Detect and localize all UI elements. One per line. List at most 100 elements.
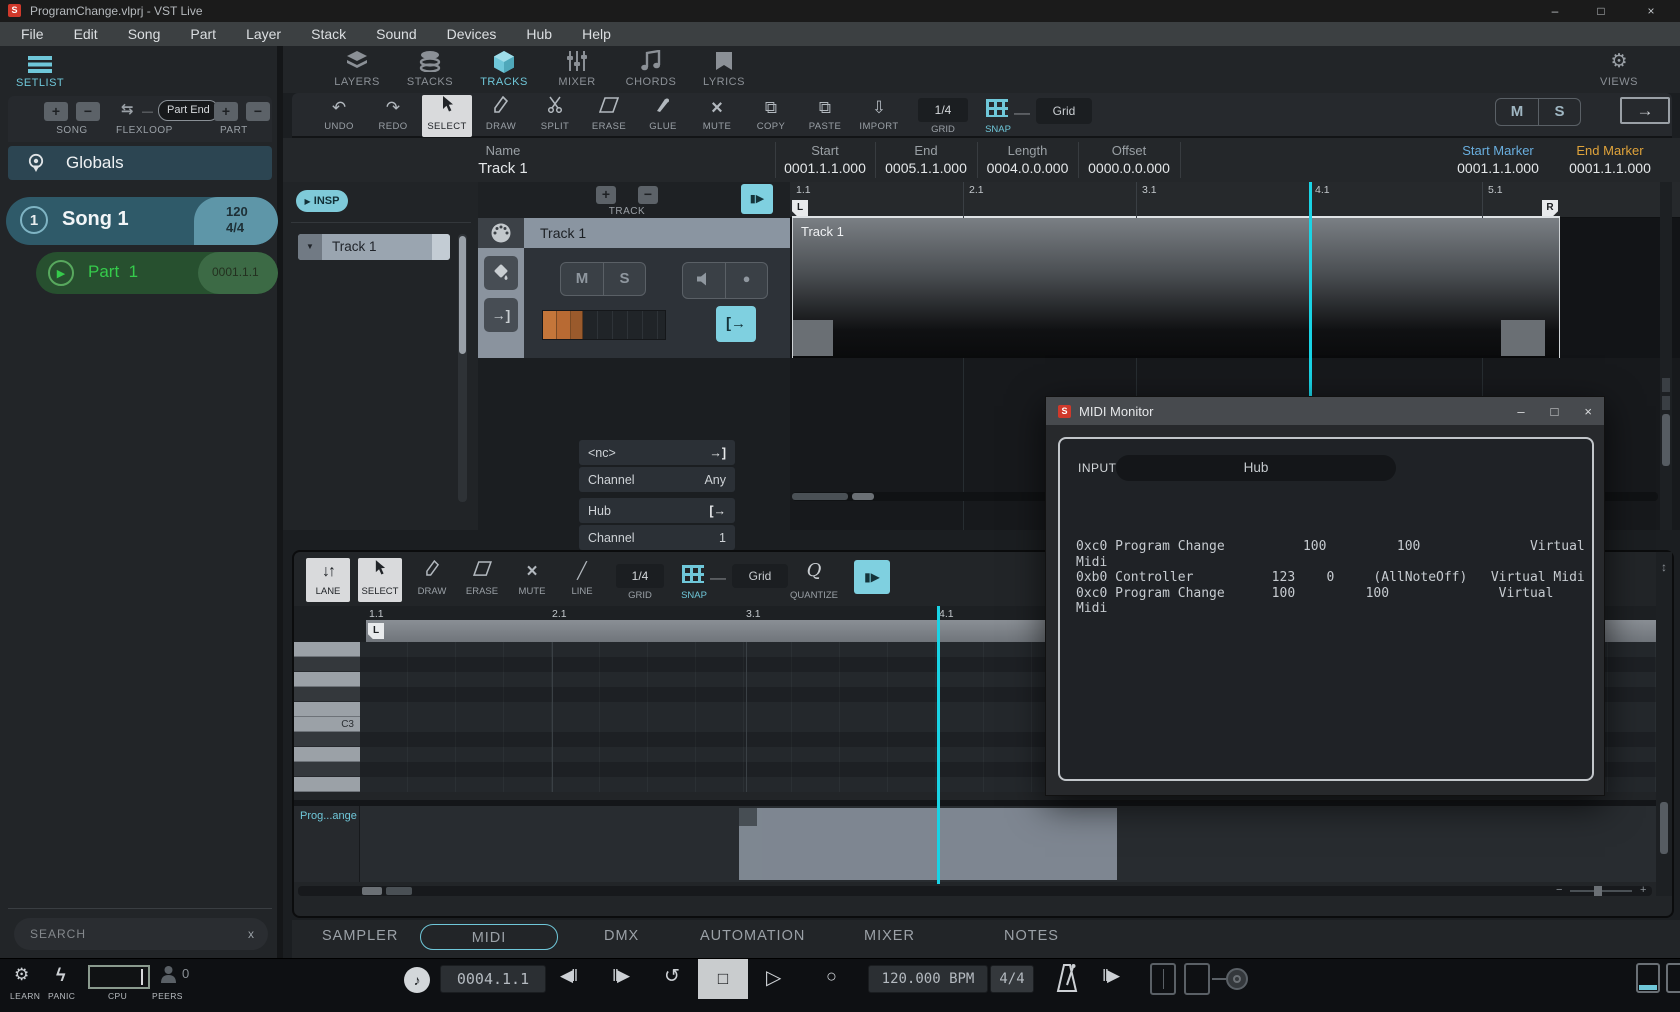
end-marker-value[interactable]: 0001.1.1.000 (1555, 160, 1665, 176)
erase-tool-button[interactable]: ERASE (584, 95, 634, 137)
midi-monitor-window[interactable]: S MIDI Monitor – □ × INPUT Hub 0xc0 Prog… (1045, 396, 1605, 796)
record-arm-button[interactable]: ● (725, 263, 767, 298)
right-zone-toggle[interactable] (1666, 963, 1680, 993)
inspector-track-select[interactable]: ▼ Track 1 (298, 234, 450, 260)
add-part-button[interactable]: + (214, 102, 238, 121)
tab-chords[interactable]: CHORDS (615, 50, 687, 88)
timeline-ruler[interactable]: 1.1 2.1 3.1 4.1 5.1 L R (790, 182, 1680, 218)
part-event[interactable]: Track 1 (792, 218, 1560, 358)
tab-stacks[interactable]: STACKS (394, 50, 466, 88)
record-button[interactable]: ○ (826, 966, 837, 987)
editor-erase-tool-button[interactable]: ERASE (460, 558, 504, 602)
editor-grid-value-display[interactable]: 1/4 (616, 564, 664, 588)
add-track-button[interactable]: + (596, 186, 616, 204)
flexloop-icon[interactable]: ⇆ (121, 100, 134, 118)
window-minimize-button[interactable]: – (1540, 0, 1570, 22)
editor-autoscroll-button[interactable]: ▮▶ (854, 560, 890, 594)
timesig-display[interactable]: 4/4 (990, 965, 1034, 993)
import-button[interactable]: ⇩IMPORT (854, 95, 904, 137)
end-value[interactable]: 0005.1.1.000 (875, 160, 977, 176)
inspector-row-output[interactable]: Hub [→ (579, 498, 735, 523)
split-tool-button[interactable]: SPLIT (530, 95, 580, 137)
offset-value[interactable]: 0000.0.0.000 (1078, 160, 1180, 176)
track-color-button[interactable] (484, 256, 518, 290)
inspector-vertical-scrollbar[interactable] (458, 234, 467, 502)
search-input[interactable] (28, 926, 248, 942)
follow-playhead-button[interactable]: ‖▶ (1102, 966, 1118, 986)
inspector-toggle-button[interactable]: ▶ INSP (296, 190, 348, 212)
controller-lane-label[interactable]: Prog...ange (294, 806, 359, 822)
lower-zone-toggle[interactable] (1636, 963, 1660, 993)
sidebar-item-globals[interactable]: Globals (8, 146, 272, 180)
menu-part[interactable]: Part (177, 22, 229, 46)
editor-select-tool-button[interactable]: SELECT (358, 558, 402, 602)
start-marker-value[interactable]: 0001.1.1.000 (1443, 160, 1553, 176)
inspector-row-input-channel[interactable]: Channel Any (579, 467, 735, 492)
remove-song-button[interactable]: − (76, 102, 100, 121)
window-close-button[interactable]: × (1636, 0, 1666, 22)
key-c3[interactable]: C3 (294, 717, 360, 732)
stop-button[interactable]: □ (698, 959, 748, 999)
track-solo-button[interactable]: S (603, 263, 645, 295)
track-strip-name[interactable]: Track 1 (524, 218, 790, 248)
global-solo-button[interactable]: S (1538, 99, 1580, 125)
input-device-select[interactable]: Hub (1116, 455, 1396, 481)
part-right-flag[interactable]: R (1542, 200, 1558, 216)
track-mute-button[interactable]: M (561, 263, 603, 295)
menu-edit[interactable]: Edit (61, 22, 111, 46)
play-button[interactable]: ▷ (766, 965, 781, 990)
mute-tool-button[interactable]: × MUTE (692, 95, 742, 137)
part-left-flag[interactable]: L (792, 200, 808, 216)
snap-mode-select[interactable]: Grid (1036, 98, 1092, 124)
editor-mute-tool-button[interactable]: × MUTE (510, 558, 554, 602)
tab-mixer[interactable]: MIXER (864, 928, 915, 944)
midi-monitor-titlebar[interactable]: S MIDI Monitor – □ × (1046, 397, 1604, 425)
menu-file[interactable]: File (8, 22, 57, 46)
metronome-button[interactable] (1056, 963, 1078, 998)
tab-dmx[interactable]: DMX (604, 928, 639, 944)
tab-tracks[interactable]: TRACKS (468, 50, 540, 88)
goto-next-button[interactable]: ‖▶ (612, 966, 628, 986)
monitor-speaker-button[interactable] (683, 263, 725, 298)
copy-button[interactable]: ⧉COPY (746, 95, 796, 137)
tempo-track-icon[interactable]: ♪ (404, 967, 430, 993)
editor-zoom-controls[interactable]: − + (1556, 884, 1652, 898)
window-maximize-button[interactable]: □ (1586, 0, 1616, 22)
flexloop-mode-select[interactable]: Part End (158, 100, 219, 121)
add-song-button[interactable]: + (44, 102, 68, 121)
marker-button-1[interactable] (1150, 963, 1176, 995)
zoom-in-icon[interactable]: + (1640, 884, 1646, 896)
redo-button[interactable]: ↷REDO (368, 95, 418, 137)
menu-stack[interactable]: Stack (298, 22, 359, 46)
panic-button[interactable]: ϟ (56, 965, 66, 986)
quantize-q-icon[interactable]: Q (784, 560, 844, 581)
undo-button[interactable]: ↶UNDO (314, 95, 364, 137)
glue-tool-button[interactable]: GLUE (638, 95, 688, 137)
tab-sampler[interactable]: SAMPLER (322, 928, 398, 944)
grid-value-display[interactable]: 1/4 (918, 98, 968, 122)
menu-devices[interactable]: Devices (434, 22, 510, 46)
part-handle-right[interactable] (1501, 320, 1545, 356)
select-tool-button[interactable]: SELECT (422, 95, 472, 137)
remove-track-button[interactable]: − (638, 186, 658, 204)
goto-previous-button[interactable]: ◀‖ (560, 966, 576, 986)
tab-notes[interactable]: NOTES (1004, 928, 1059, 944)
draw-tool-button[interactable]: DRAW (476, 95, 526, 137)
part-play-icon[interactable]: ▶ (48, 260, 74, 286)
zoom-out-icon[interactable]: − (1556, 884, 1562, 896)
setlist-song-item[interactable]: 120 4/4 1 Song 1 (6, 197, 278, 245)
tab-mixer[interactable]: MIXER (541, 50, 613, 88)
editor-snap-mode-select[interactable]: Grid (732, 564, 788, 588)
tab-layers[interactable]: LAYERS (321, 50, 393, 88)
position-display[interactable]: 0004.1.1 (440, 965, 546, 993)
menu-help[interactable]: Help (569, 22, 624, 46)
editor-draw-tool-button[interactable]: DRAW (410, 558, 454, 602)
track-vertical-scrollbar[interactable] (1660, 182, 1672, 530)
tab-midi[interactable]: MIDI (420, 924, 558, 950)
inspector-row-input[interactable]: <nc> →] (579, 440, 735, 465)
line-tool-button[interactable]: ╱ LINE (560, 558, 604, 602)
tempo-display[interactable]: 120.000 BPM (868, 965, 988, 993)
search-clear-button[interactable]: x (248, 927, 254, 941)
monitor-close-button[interactable]: × (1584, 404, 1592, 419)
editor-vertical-scrollbar[interactable]: ↕ (1656, 552, 1672, 896)
